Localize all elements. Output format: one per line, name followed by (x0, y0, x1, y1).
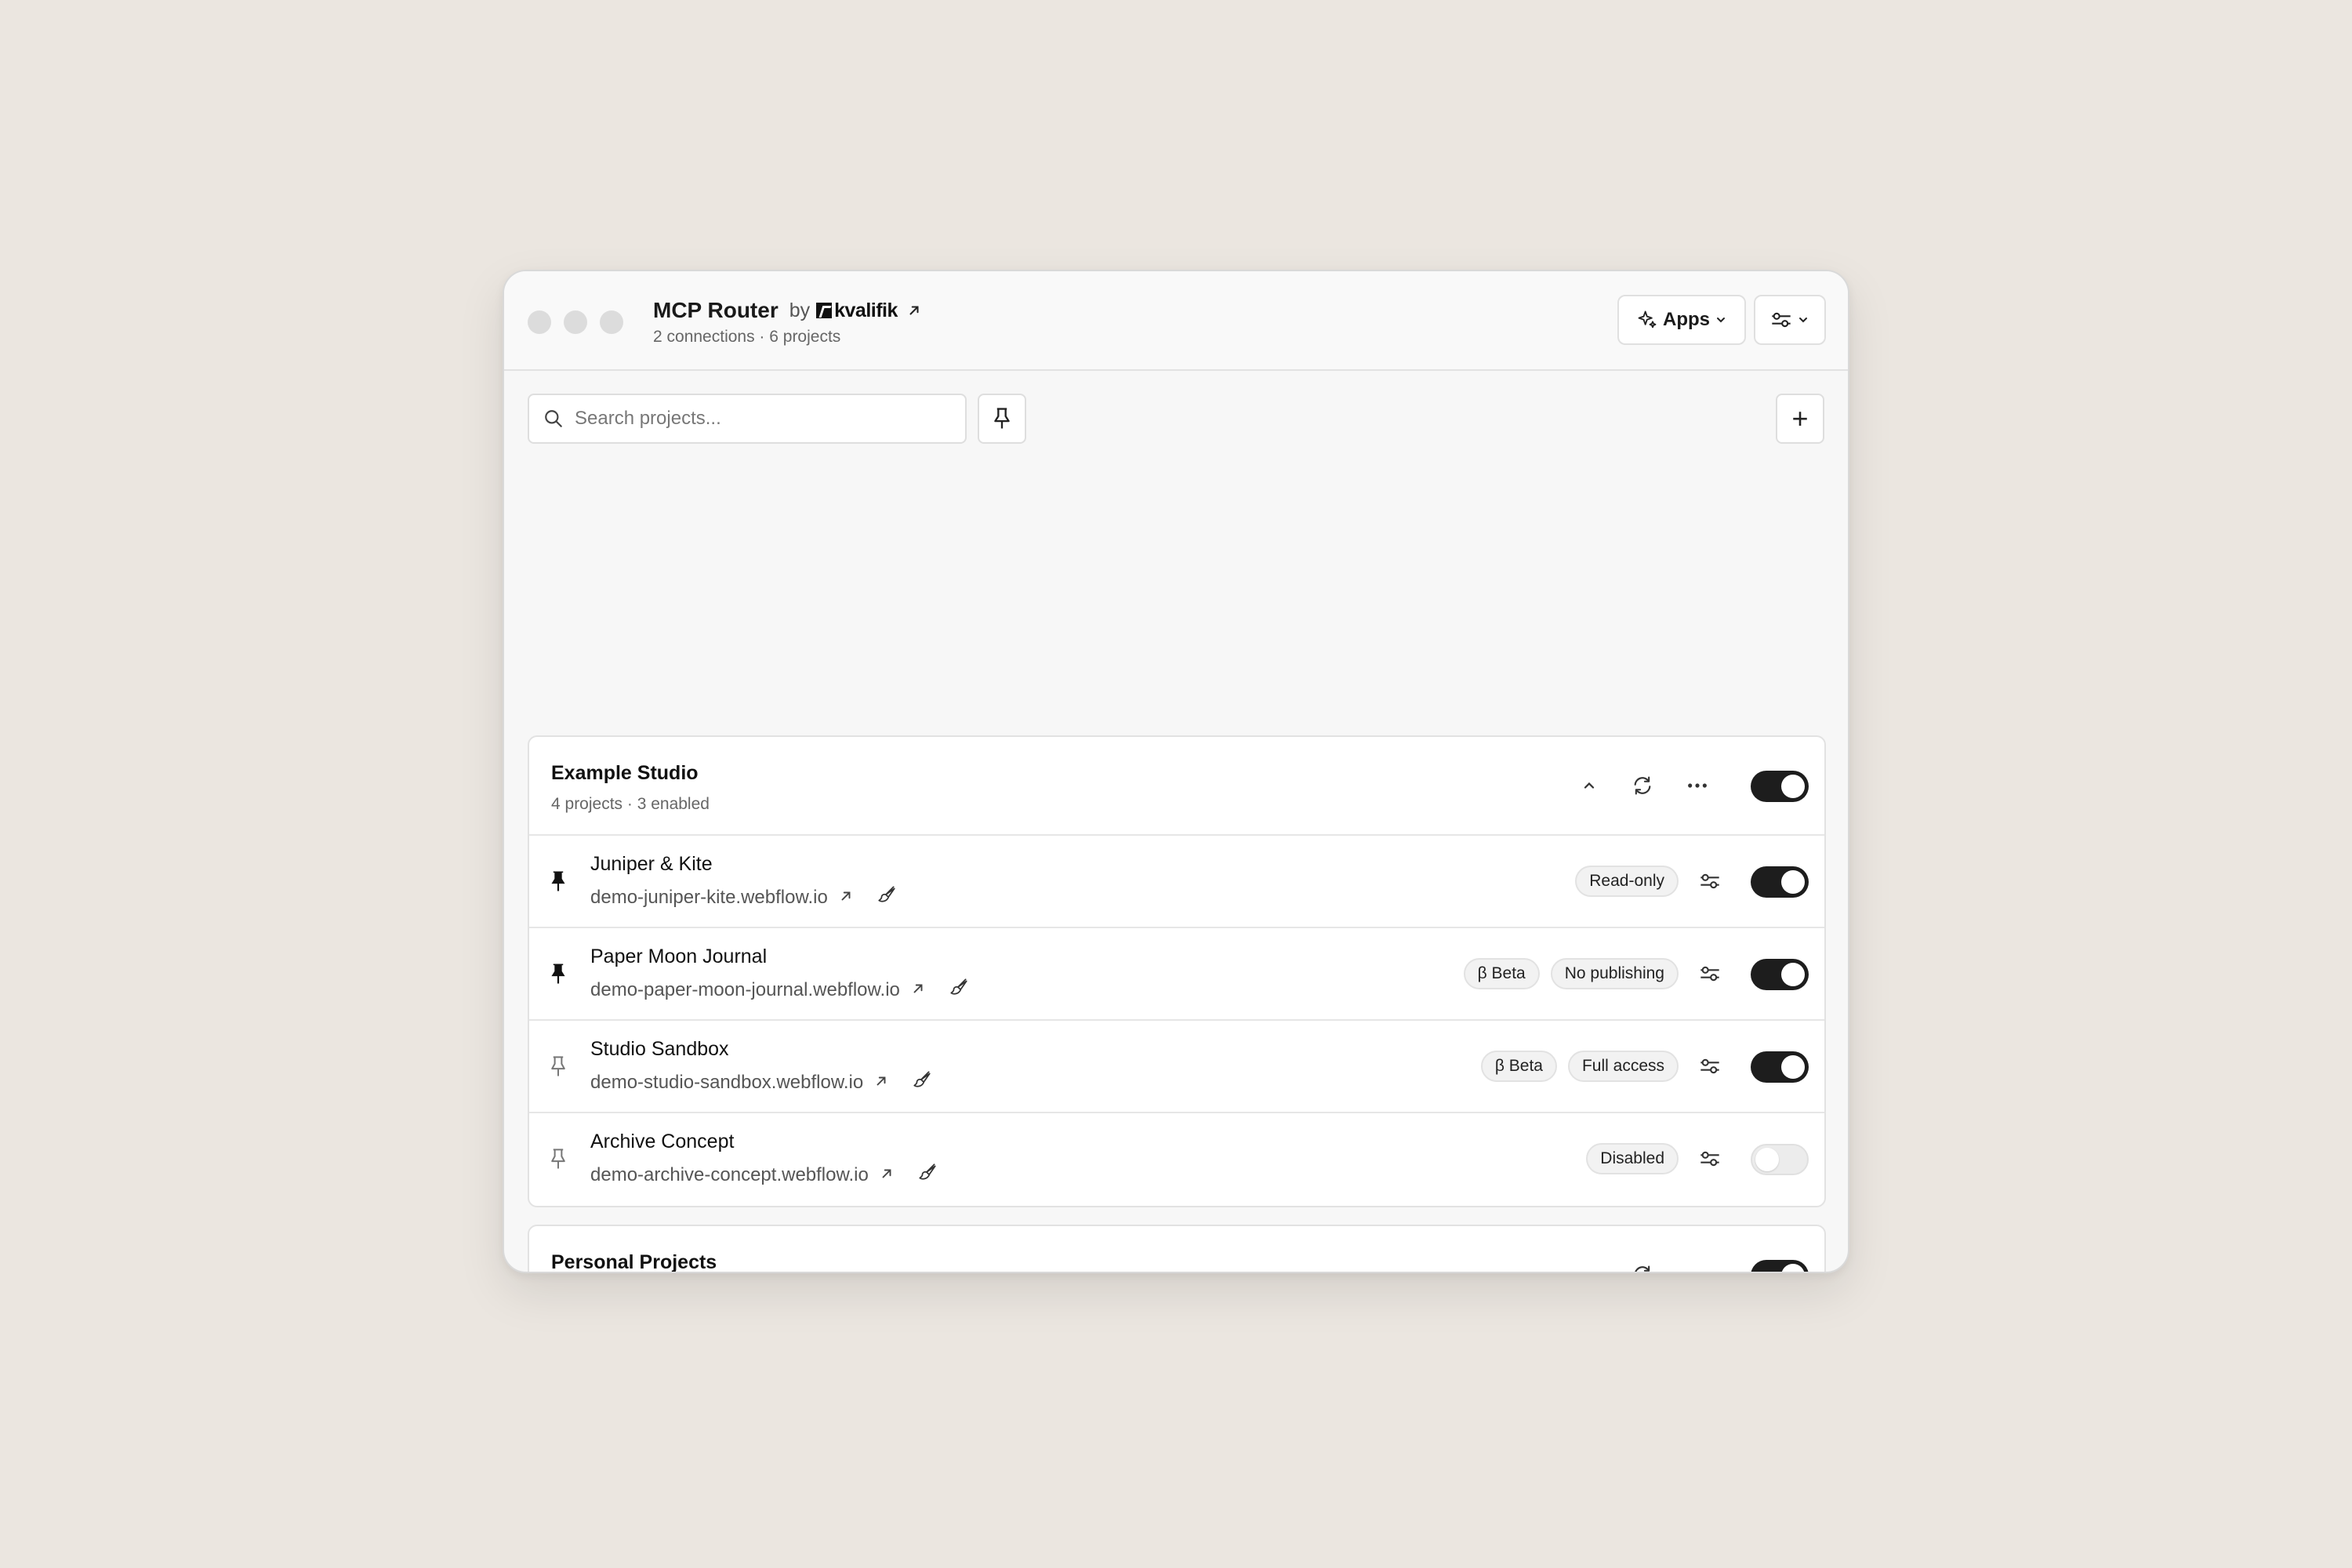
project-url: demo-paper-moon-journal.webflow.io (590, 978, 900, 1000)
window-minimize-button[interactable] (564, 310, 587, 334)
paintbrush-icon[interactable] (912, 1069, 932, 1095)
group-header: Personal Projects 2 projects · 2 enabled (529, 1226, 1824, 1273)
chevron-down-icon (1799, 318, 1807, 323)
project-row: Juniper & Kite demo-juniper-kite.webflow… (529, 836, 1824, 928)
project-settings-icon[interactable] (1696, 867, 1724, 895)
project-url-link[interactable]: demo-juniper-kite.webflow.io (590, 884, 897, 910)
status-badge: β Beta (1463, 958, 1540, 989)
refresh-icon[interactable] (1625, 1258, 1660, 1272)
window-zoom-button[interactable] (600, 310, 623, 334)
badges: β Beta No publishing (1463, 958, 1679, 989)
project-url-link[interactable]: demo-paper-moon-journal.webflow.io (590, 977, 969, 1003)
badges: Read-only (1575, 866, 1679, 897)
external-link-icon[interactable] (907, 303, 921, 318)
project-url: demo-juniper-kite.webflow.io (590, 886, 828, 908)
external-link-icon[interactable] (880, 1164, 894, 1186)
project-name: Studio Sandbox (590, 1038, 729, 1060)
external-link-icon[interactable] (874, 1072, 888, 1094)
collapse-chevron-up-icon[interactable] (1572, 1258, 1606, 1272)
project-name: Archive Concept (590, 1131, 735, 1152)
toolbar: + (528, 394, 1824, 445)
collapse-chevron-up-icon[interactable] (1572, 768, 1606, 803)
apps-label: Apps (1663, 309, 1710, 330)
pinned-icon[interactable] (550, 963, 572, 986)
sparkles-icon (1638, 310, 1657, 328)
window-close-button[interactable] (528, 310, 551, 334)
project-settings-icon[interactable] (1696, 1052, 1724, 1080)
project-group: Example Studio 4 projects · 3 enabled Ju… (528, 735, 1826, 1207)
project-url-link[interactable]: demo-archive-concept.webflow.io (590, 1162, 938, 1188)
settings-menu-button[interactable] (1754, 295, 1826, 345)
app-name: MCP Router (653, 298, 779, 322)
status-badge: β Beta (1480, 1051, 1557, 1082)
project-enable-toggle[interactable] (1751, 866, 1809, 898)
project-url: demo-archive-concept.webflow.io (590, 1163, 869, 1185)
title-bar: MCP Router by kvalifik 2 connections · 6… (504, 271, 1848, 371)
chevron-down-icon (1717, 318, 1725, 323)
project-name: Juniper & Kite (590, 853, 713, 875)
pinned-icon[interactable] (550, 870, 572, 894)
badges: β Beta Full access (1480, 1051, 1679, 1082)
connection-summary: 2 connections · 6 projects (653, 328, 841, 346)
refresh-icon[interactable] (1625, 768, 1660, 803)
project-enable-toggle[interactable] (1751, 1051, 1809, 1083)
status-badge: No publishing (1550, 958, 1679, 989)
project-row: Studio Sandbox demo-studio-sandbox.webfl… (529, 1021, 1824, 1113)
badges: Disabled (1586, 1143, 1679, 1174)
project-name: Paper Moon Journal (590, 946, 768, 967)
paintbrush-icon[interactable] (877, 884, 897, 910)
status-badge: Disabled (1586, 1143, 1679, 1174)
more-options-icon[interactable] (1680, 768, 1715, 803)
status-badge: Full access (1567, 1051, 1679, 1082)
app-title-row: MCP Router by kvalifik (653, 298, 921, 323)
search-icon (545, 410, 562, 427)
project-url-link[interactable]: demo-studio-sandbox.webflow.io (590, 1069, 932, 1095)
brand-link[interactable]: kvalifik (816, 299, 898, 322)
brand-logo-icon (816, 303, 833, 318)
paintbrush-icon[interactable] (917, 1162, 938, 1188)
pinned-filter-button[interactable] (978, 394, 1026, 444)
paintbrush-icon[interactable] (949, 977, 969, 1003)
unpinned-icon[interactable] (550, 1055, 572, 1079)
group-enable-toggle[interactable] (1751, 1260, 1809, 1272)
by-label: by (789, 299, 811, 321)
project-url: demo-studio-sandbox.webflow.io (590, 1071, 864, 1093)
add-project-button[interactable]: + (1776, 394, 1824, 444)
group-title: Example Studio (551, 762, 699, 784)
group-enable-toggle[interactable] (1751, 771, 1809, 802)
search-box[interactable] (528, 394, 967, 444)
project-settings-icon[interactable] (1696, 960, 1724, 988)
search-input[interactable] (575, 408, 951, 430)
project-enable-toggle[interactable] (1751, 959, 1809, 990)
external-link-icon[interactable] (911, 979, 925, 1001)
unpinned-icon[interactable] (550, 1148, 572, 1171)
project-group: Personal Projects 2 projects · 2 enabled… (528, 1225, 1826, 1273)
project-enable-toggle[interactable] (1751, 1144, 1809, 1175)
apps-button[interactable]: Apps (1617, 295, 1746, 345)
group-title: Personal Projects (551, 1251, 717, 1273)
sliders-icon (1772, 312, 1791, 328)
more-options-icon[interactable] (1680, 1258, 1715, 1272)
project-settings-icon[interactable] (1696, 1145, 1724, 1173)
app-window: MCP Router by kvalifik 2 connections · 6… (503, 270, 1849, 1273)
pin-icon (994, 408, 1010, 429)
project-row: Archive Concept demo-archive-concept.web… (529, 1113, 1824, 1206)
brand-name: kvalifik (834, 299, 898, 321)
status-badge: Read-only (1575, 866, 1679, 897)
group-meta: 4 projects · 3 enabled (551, 795, 710, 813)
project-row: Paper Moon Journal demo-paper-moon-journ… (529, 928, 1824, 1021)
group-header: Example Studio 4 projects · 3 enabled (529, 737, 1824, 836)
external-link-icon[interactable] (839, 887, 853, 909)
